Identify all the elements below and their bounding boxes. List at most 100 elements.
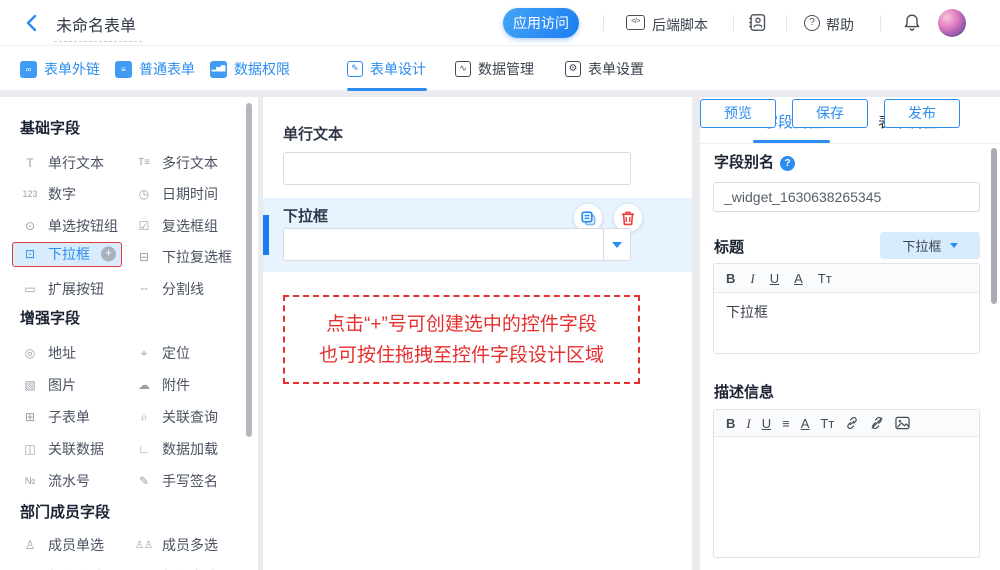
field-item-radio-group[interactable]: ⊙单选按钮组 (20, 210, 134, 242)
app-access-button[interactable]: 应用访问 (503, 8, 579, 38)
widget-type-dropdown-button[interactable]: 下拉框 (880, 232, 980, 259)
pen-icon: ✎ (134, 474, 154, 488)
notifications-button[interactable] (903, 13, 921, 32)
field-item-subform[interactable]: ⊞子表单 (20, 401, 134, 433)
member-fields-grid: ♙ 成员单选 ♙♙成员多选 ▤部门单选 ▥部门多选 (20, 529, 238, 570)
field-item-label: 关联查询 (162, 407, 218, 427)
tab-form-design[interactable]: ✎ 表单设计 (347, 59, 426, 79)
field-item-attachment[interactable]: ☁ 附件 (134, 369, 238, 401)
field-item-linked-data[interactable]: ◫关联数据 (20, 433, 134, 465)
field-item-dropdown-selected[interactable]: ⊡ 下拉框 + (12, 242, 122, 267)
title-rich-text-editor: B I U A Tт 下拉框 (713, 263, 980, 354)
tab-data-management[interactable]: ∿ 数据管理 (455, 59, 534, 79)
dropdown-select-input[interactable] (283, 228, 631, 261)
publish-button[interactable]: 发布 (884, 99, 960, 128)
search-link-icon: ⌕ (134, 410, 154, 425)
field-item-label: 定位 (162, 343, 190, 363)
field-item-label: 数据加载 (162, 439, 218, 459)
form-title[interactable]: 未命名表单 (54, 12, 142, 42)
description-editor-toolbar: B I U ≡ A Tт (714, 410, 979, 437)
field-item-multi-line-text[interactable]: T≡多行文本 (134, 147, 238, 179)
font-color-button[interactable]: A (801, 417, 810, 430)
backend-script-button[interactable]: 后端脚本 (652, 15, 708, 35)
header-divider (880, 15, 881, 31)
divider-line-icon: ╌ (134, 282, 154, 296)
form-design-canvas: 单行文本 下拉框 (263, 97, 692, 570)
person-icon: ♙ (20, 538, 40, 552)
link-icon: ∞ (20, 61, 37, 78)
bold-button[interactable]: B (726, 272, 735, 285)
field-item-extend-button[interactable]: ▭扩展按钮 (20, 273, 134, 305)
field-item-dropdown-multi[interactable]: ⊟下拉复选框 (134, 242, 238, 274)
help-question-icon[interactable]: ? (780, 156, 795, 171)
panel-scrollbar[interactable] (991, 148, 997, 304)
title-editor-content[interactable]: 下拉框 (714, 293, 979, 353)
align-button[interactable]: ≡ (782, 417, 790, 430)
widget-type-label: 下拉框 (902, 236, 941, 255)
field-item-checkbox-group[interactable]: ☑复选框组 (134, 210, 238, 242)
field-item-image[interactable]: ▧图片 (20, 369, 134, 401)
italic-button[interactable]: I (746, 417, 750, 430)
selected-widget-dropdown[interactable]: 下拉框 (263, 198, 692, 272)
field-item-linked-query[interactable]: ⌕ 关联查询 (134, 401, 238, 433)
remove-link-button[interactable] (870, 416, 884, 430)
font-color-button[interactable]: A (794, 272, 803, 285)
contacts-button[interactable] (748, 13, 767, 32)
tab-label: 数据权限 (234, 59, 290, 79)
field-item-label: 附件 (162, 375, 190, 395)
bold-button[interactable]: B (726, 417, 735, 430)
tab-form-external-link[interactable]: ∞ 表单外链 (20, 59, 100, 79)
tab-form-settings[interactable]: ⚙ 表单设置 (565, 59, 644, 79)
field-item-member-multi[interactable]: ♙♙成员多选 (134, 529, 238, 561)
dropdown-caret-zone[interactable] (603, 229, 630, 260)
underline-button[interactable]: U (762, 417, 771, 430)
italic-button[interactable]: I (750, 272, 754, 285)
field-item-positioning[interactable]: ⌖定位 (134, 337, 238, 369)
insert-link-button[interactable] (845, 416, 859, 430)
underline-button[interactable]: U (770, 272, 779, 285)
section-title-basic-fields: 基础字段 (20, 117, 80, 138)
code-icon: </> (626, 15, 645, 30)
help-button[interactable]: 帮助 (826, 15, 854, 35)
field-item-label: 单选按钮组 (48, 216, 118, 236)
sidebar-scrollbar[interactable] (246, 103, 252, 437)
field-item-member-single[interactable]: ♙ 成员单选 (20, 529, 134, 561)
field-item-department-multi[interactable]: ▥部门多选 (134, 561, 238, 570)
field-item-handwritten-signature[interactable]: ✎手写签名 (134, 465, 238, 497)
field-item-label: 成员单选 (48, 535, 104, 555)
chart-load-icon: ∟ (134, 442, 154, 456)
field-item-single-line-text[interactable]: T单行文本 (20, 147, 134, 179)
field-item-number[interactable]: 123数字 (20, 179, 134, 211)
add-field-plus-button[interactable]: + (101, 247, 116, 262)
field-item-address[interactable]: ◎地址 (20, 337, 134, 369)
field-item-divider-line[interactable]: ╌分割线 (134, 273, 238, 305)
edit-document-icon: ✎ (347, 61, 363, 77)
contacts-icon (748, 13, 767, 32)
properties-panel: 字段属性 表单属性 字段别名? _widget_1630638265345 标题… (700, 97, 1000, 570)
selection-accent-bar (263, 215, 269, 255)
field-item-serial-number[interactable]: №流水号 (20, 465, 134, 497)
font-size-button[interactable]: Tт (818, 272, 832, 285)
app-header: 未命名表单 应用访问 </> 后端脚本 ? 帮助 (0, 0, 1000, 46)
single-line-text-input[interactable] (283, 152, 631, 185)
field-item-datetime[interactable]: ◷日期时间 (134, 179, 238, 211)
preview-button[interactable]: 预览 (700, 99, 776, 128)
insert-image-button[interactable] (895, 416, 910, 430)
description-editor-content[interactable] (714, 437, 979, 557)
user-avatar[interactable] (938, 9, 966, 37)
field-item-data-loading[interactable]: ∟ 数据加载 (134, 433, 238, 465)
cloud-upload-icon: ☁ (134, 378, 154, 392)
save-button[interactable]: 保存 (792, 99, 868, 128)
tab-data-permission[interactable]: ▂▅▇ 数据权限 (210, 59, 290, 79)
font-size-button[interactable]: Tт (820, 417, 834, 430)
panel-divider (700, 143, 1000, 144)
back-button[interactable] (22, 13, 42, 33)
hint-line-2: 也可按住拖拽至控件字段设计区域 (319, 340, 604, 371)
header-divider (733, 15, 734, 31)
field-item-label: 流水号 (48, 471, 90, 491)
field-item-department-single[interactable]: ▤部门单选 (20, 561, 134, 570)
field-alias-input[interactable]: _widget_1630638265345 (713, 182, 980, 212)
location-pin-icon: ◎ (20, 346, 40, 360)
tab-normal-form[interactable]: ≡ 普通表单 (115, 59, 195, 79)
field-item-label: 成员多选 (162, 535, 218, 555)
